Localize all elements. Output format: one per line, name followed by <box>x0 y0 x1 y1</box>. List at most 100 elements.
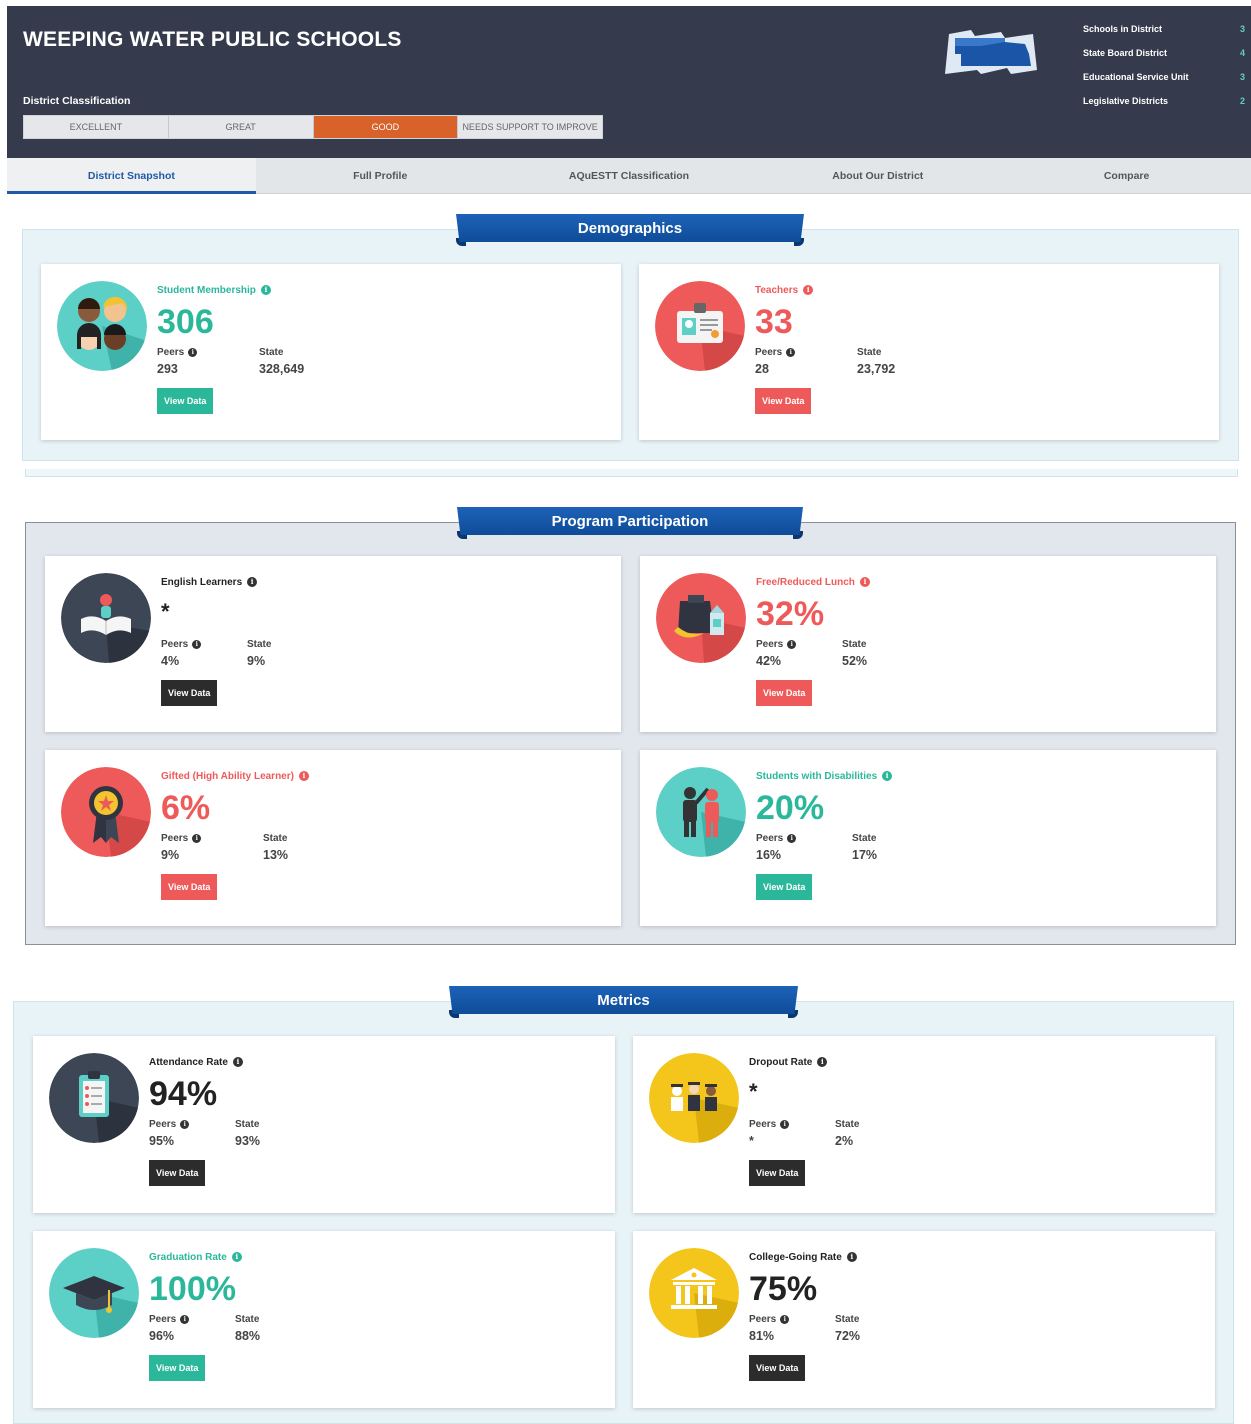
state-label: State <box>835 1313 860 1325</box>
attendance-rate-peers: 95% <box>149 1134 175 1148</box>
peers-label: Peers <box>149 1313 177 1325</box>
info-icon[interactable]: i <box>232 1057 243 1067</box>
gifted-state: 13% <box>263 848 289 862</box>
state-label: State <box>235 1313 260 1325</box>
nebraska-map-icon <box>941 24 1039 85</box>
peers-label: Peers <box>149 1118 177 1130</box>
attendance-rate-view-data-button[interactable]: View Data <box>149 1160 206 1186</box>
state-label: State <box>259 346 284 358</box>
dropout-rate-peers: * <box>749 1134 754 1148</box>
stat-state-board: State Board District 4 <box>1083 48 1245 58</box>
info-icon[interactable]: i <box>260 285 271 295</box>
teachers-peers: 28 <box>755 362 769 376</box>
free-reduced-lunch-view-data-button[interactable]: View Data <box>756 680 813 706</box>
college-going-rate-value: 75% <box>749 1270 818 1308</box>
classification-great[interactable]: GREAT <box>168 116 314 138</box>
demographics-ribbon: Demographics <box>456 214 804 248</box>
id-badge-icon <box>655 281 745 371</box>
program-ribbon: Program Participation <box>457 507 803 541</box>
classification-scale: EXCELLENT GREAT GOOD NEEDS SUPPORT TO IM… <box>23 115 603 139</box>
stat-legislative: Legislative Districts 2 <box>1083 96 1245 106</box>
gifted-view-data-button[interactable]: View Data <box>161 874 218 900</box>
info-icon[interactable]: i <box>180 1314 190 1324</box>
award-ribbon-icon <box>61 767 151 857</box>
clipboard-checklist-icon <box>49 1053 139 1143</box>
info-icon[interactable]: i <box>786 347 796 357</box>
graduates-group-icon <box>649 1053 739 1143</box>
info-icon[interactable]: i <box>846 1252 857 1262</box>
graduation-rate-value: 100% <box>149 1270 236 1308</box>
info-icon[interactable]: i <box>188 347 198 357</box>
membership-view-data-button[interactable]: View Data <box>157 388 214 414</box>
tab-district-snapshot[interactable]: District Snapshot <box>7 158 256 194</box>
english-learners-card: English Learners i * Peers i 4% State 9% Vie… <box>45 556 621 732</box>
demographics-title: Demographics <box>456 214 804 242</box>
info-icon[interactable]: i <box>780 1119 790 1129</box>
classification-good[interactable]: GOOD <box>313 116 459 138</box>
info-icon[interactable]: i <box>859 577 870 587</box>
students-with-disabilities-view-data-button[interactable]: View Data <box>756 874 813 900</box>
students-with-disabilities-value: 20% <box>756 789 825 827</box>
info-icon[interactable]: i <box>192 639 202 649</box>
peers-label: Peers <box>755 346 783 358</box>
info-icon[interactable]: i <box>803 285 814 295</box>
free-reduced-lunch-card: Free/Reduced Lunch i 32% Peers i 42% State 5… <box>640 556 1216 732</box>
tab-aquestt-classification[interactable]: AQuESTT Classification <box>505 158 754 193</box>
info-icon[interactable]: i <box>817 1057 828 1067</box>
gifted-peers: 9% <box>161 848 180 862</box>
teachers-value: 33 <box>755 303 793 341</box>
gifted-label: Gifted (High Ability Learner) <box>161 770 294 782</box>
info-icon[interactable]: i <box>882 771 893 781</box>
info-icon[interactable]: i <box>180 1119 190 1129</box>
state-label: State <box>835 1118 860 1130</box>
district-stats: Schools in District 3 State Board Distric… <box>1083 24 1245 120</box>
state-label: State <box>247 638 272 650</box>
dropout-rate-state: 2% <box>835 1134 854 1148</box>
people-icon <box>656 767 746 857</box>
students-with-disabilities-state: 17% <box>852 848 878 862</box>
college-going-rate-state: 72% <box>835 1329 861 1343</box>
info-icon[interactable]: i <box>787 833 797 843</box>
graduation-rate-view-data-button[interactable]: View Data <box>149 1355 206 1381</box>
students-with-disabilities-card: Students with Disabilities i 20% Peers i 16… <box>640 750 1216 926</box>
peers-label: Peers <box>161 832 189 844</box>
tab-about-our-district[interactable]: About Our District <box>753 158 1002 193</box>
membership-label: Student Membership <box>157 284 256 296</box>
tab-full-profile[interactable]: Full Profile <box>256 158 505 193</box>
college-going-rate-peers: 81% <box>749 1329 775 1343</box>
teachers-card: Teachers i 33 Peers i 28 State 23,792 View D… <box>639 264 1219 440</box>
peers-label: Peers <box>749 1118 777 1130</box>
tab-compare[interactable]: Compare <box>1002 158 1251 193</box>
info-icon[interactable]: i <box>192 833 202 843</box>
attendance-rate-card: Attendance Rate i 94% Peers i 95% State 93% … <box>33 1036 615 1213</box>
classification-needs-support[interactable]: NEEDS SUPPORT TO IMPROVE <box>458 116 602 138</box>
info-icon[interactable]: i <box>780 1314 790 1324</box>
peers-label: Peers <box>157 346 185 358</box>
classification-excellent[interactable]: EXCELLENT <box>24 116 169 138</box>
college-building-icon <box>649 1248 739 1338</box>
info-icon[interactable]: i <box>247 577 258 587</box>
college-going-rate-label: College-Going Rate <box>749 1251 842 1263</box>
info-icon[interactable]: i <box>231 1252 242 1262</box>
dropout-rate-view-data-button[interactable]: View Data <box>749 1160 806 1186</box>
college-going-rate-view-data-button[interactable]: View Data <box>749 1355 806 1381</box>
peers-label: Peers <box>756 832 784 844</box>
teachers-label: Teachers <box>755 284 799 296</box>
state-label: State <box>235 1118 260 1130</box>
teachers-view-data-button[interactable]: View Data <box>755 388 812 414</box>
graduation-rate-state: 88% <box>235 1329 261 1343</box>
stat-schools: Schools in District 3 <box>1083 24 1245 34</box>
lunch-bag-icon <box>656 573 746 663</box>
info-icon[interactable]: i <box>298 771 309 781</box>
peers-label: Peers <box>756 638 784 650</box>
free-reduced-lunch-label: Free/Reduced Lunch <box>756 576 855 588</box>
info-icon[interactable]: i <box>787 639 797 649</box>
free-reduced-lunch-state: 52% <box>842 654 868 668</box>
district-header: WEEPING WATER PUBLIC SCHOOLS District Cl… <box>7 6 1251 158</box>
graduation-rate-label: Graduation Rate <box>149 1251 227 1263</box>
free-reduced-lunch-peers: 42% <box>756 654 782 668</box>
english-learners-state: 9% <box>247 654 266 668</box>
english-learners-view-data-button[interactable]: View Data <box>161 680 218 706</box>
peers-label: Peers <box>749 1313 777 1325</box>
metrics-title: Metrics <box>449 986 798 1014</box>
